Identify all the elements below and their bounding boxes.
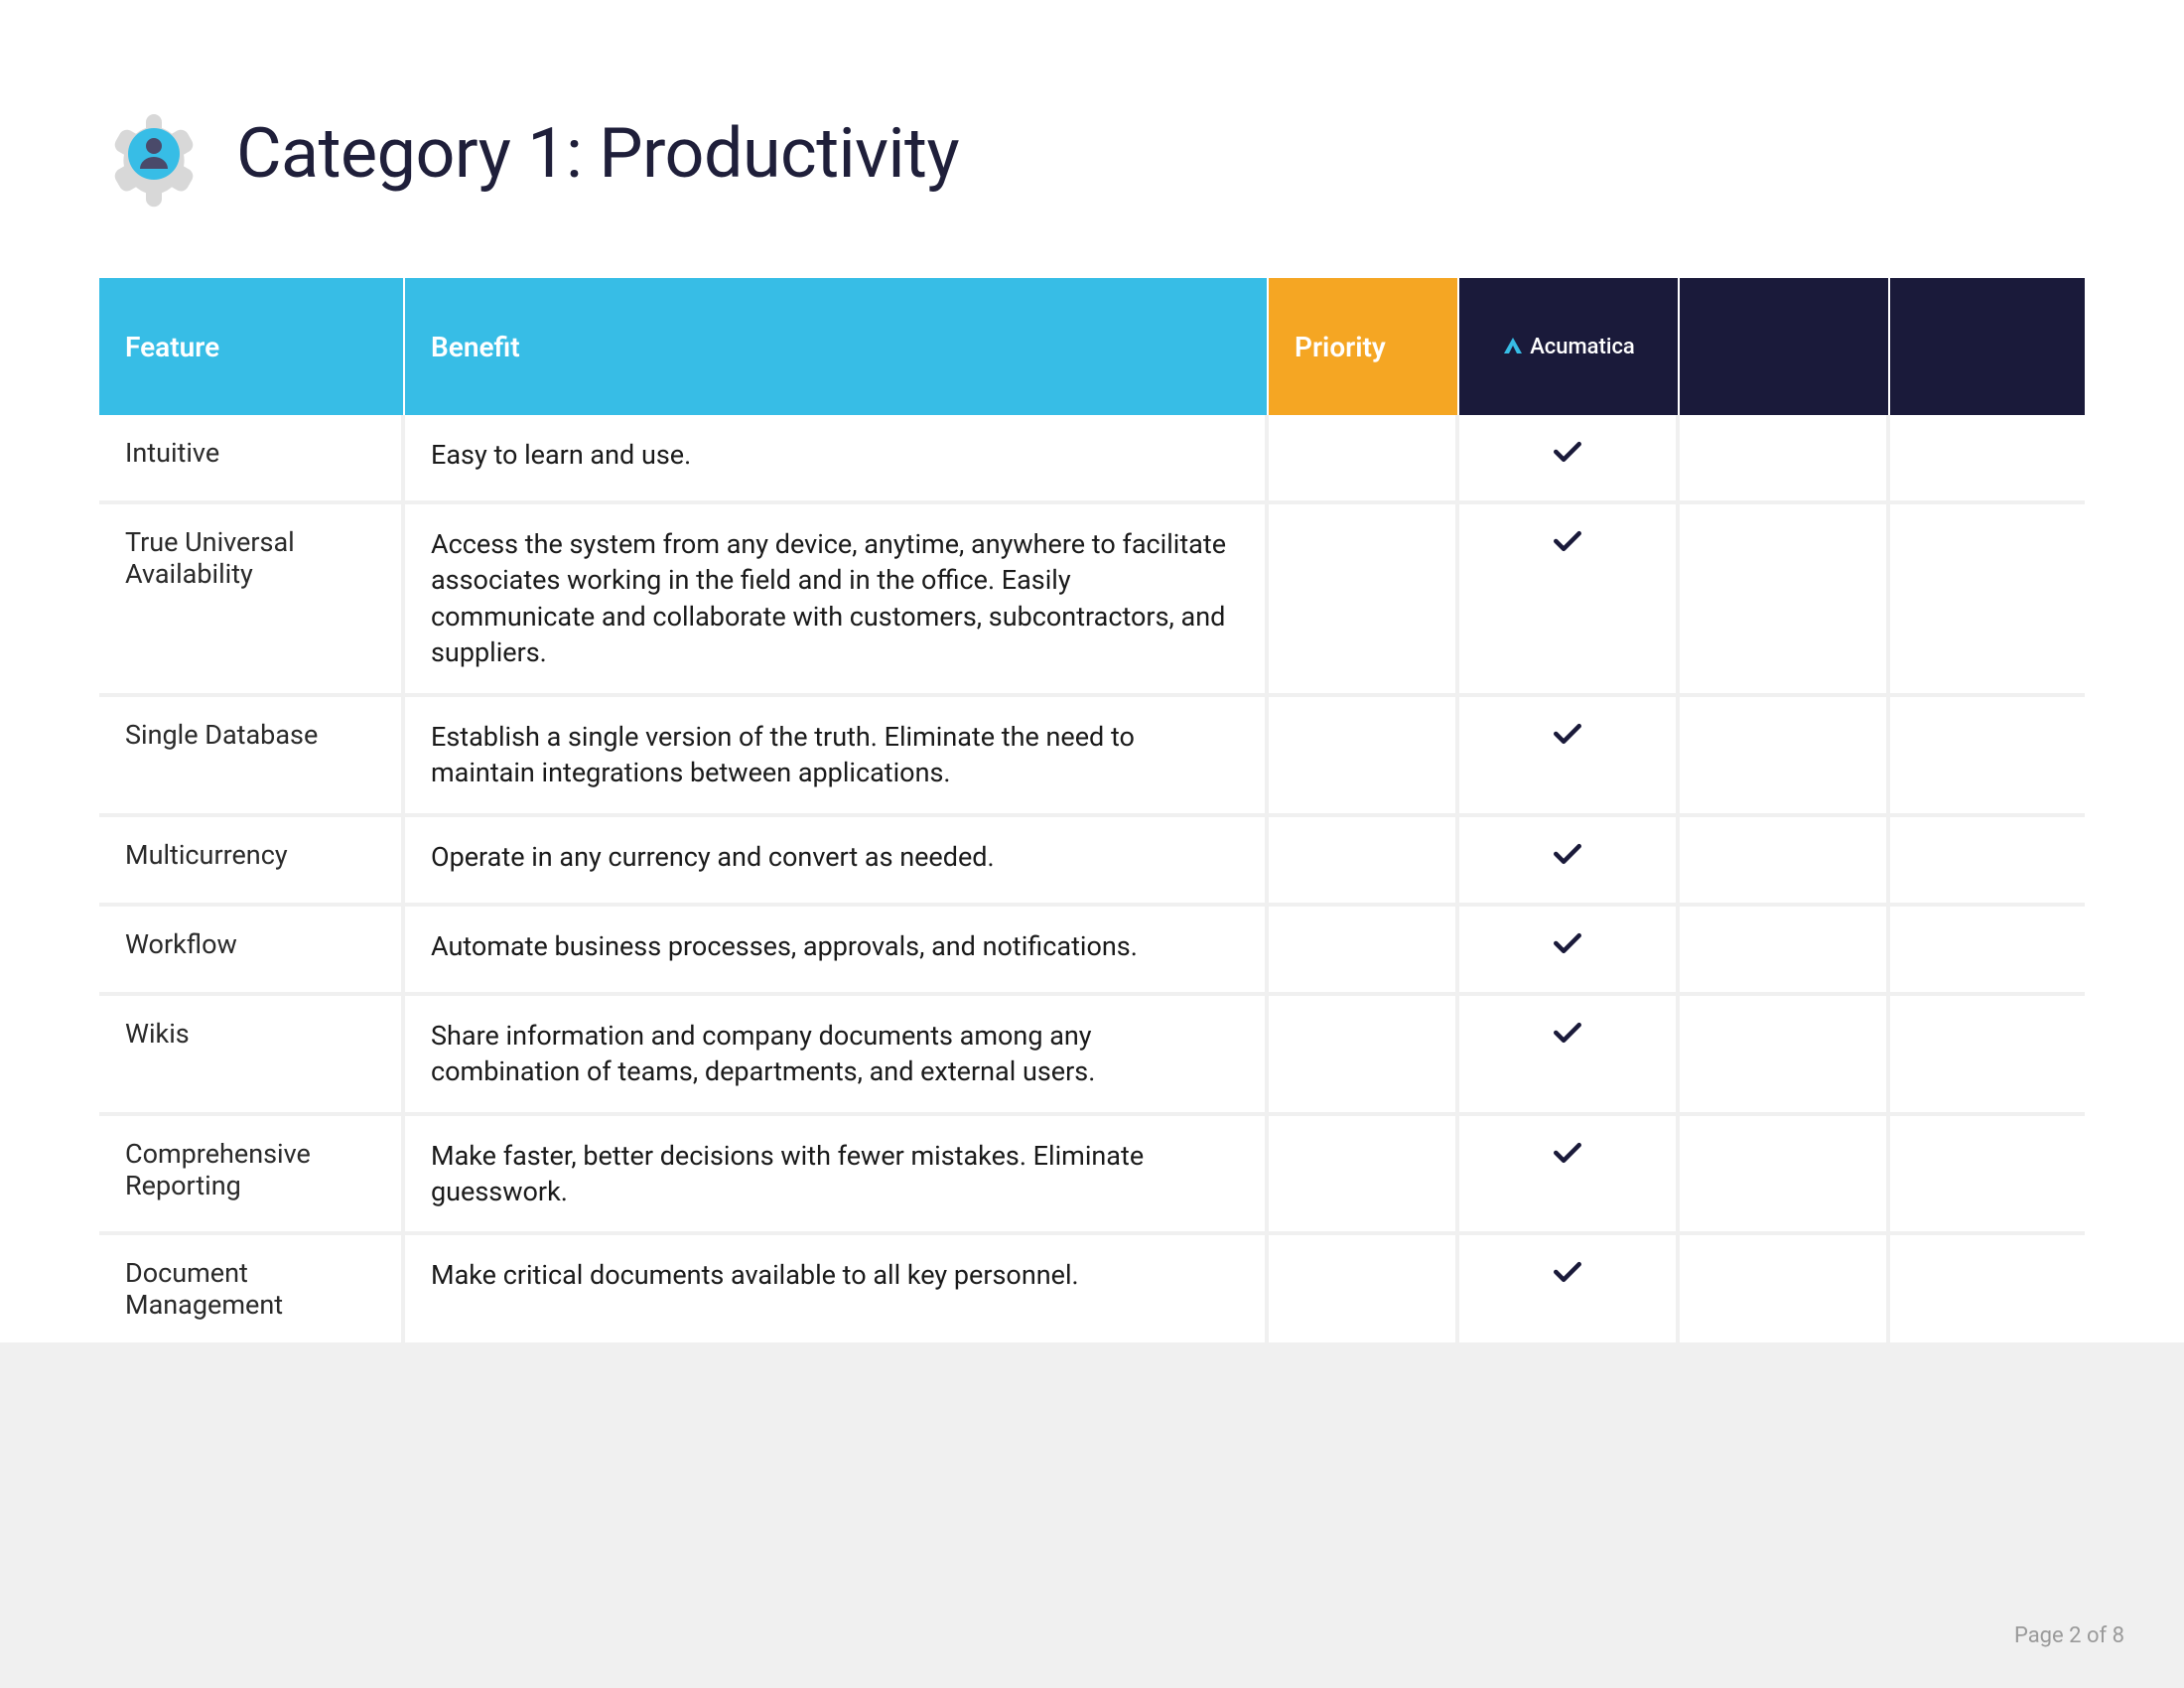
cell-empty-2 bbox=[1890, 817, 2085, 903]
acumatica-icon bbox=[1502, 336, 1524, 357]
gear-user-icon bbox=[99, 99, 208, 209]
cell-vendor-check bbox=[1459, 504, 1680, 693]
cell-empty-2 bbox=[1890, 1235, 2085, 1342]
page-footer: Page 2 of 8 bbox=[2014, 1623, 2124, 1648]
cell-benefit: Access the system from any device, anyti… bbox=[405, 504, 1269, 693]
table-row: IntuitiveEasy to learn and use. bbox=[99, 415, 2085, 504]
table-body: IntuitiveEasy to learn and use.True Univ… bbox=[99, 415, 2085, 1342]
cell-empty-1 bbox=[1680, 504, 1890, 693]
table-row: WorkflowAutomate business processes, app… bbox=[99, 907, 2085, 996]
cell-feature: Wikis bbox=[99, 996, 405, 1112]
cell-benefit: Share information and company documents … bbox=[405, 996, 1269, 1112]
cell-benefit: Automate business processes, approvals, … bbox=[405, 907, 1269, 992]
cell-priority bbox=[1269, 1116, 1459, 1232]
cell-vendor-check bbox=[1459, 817, 1680, 903]
cell-benefit: Establish a single version of the truth.… bbox=[405, 697, 1269, 813]
check-icon bbox=[1552, 1259, 1583, 1292]
column-empty-1 bbox=[1680, 278, 1890, 415]
cell-empty-2 bbox=[1890, 1116, 2085, 1232]
cell-empty-2 bbox=[1890, 697, 2085, 813]
cell-priority bbox=[1269, 1235, 1459, 1342]
cell-empty-1 bbox=[1680, 1116, 1890, 1232]
check-icon bbox=[1552, 721, 1583, 754]
cell-priority bbox=[1269, 996, 1459, 1112]
cell-feature: Document Management bbox=[99, 1235, 405, 1342]
column-vendor-acumatica: Acumatica bbox=[1459, 278, 1680, 415]
cell-benefit: Make faster, better decisions with fewer… bbox=[405, 1116, 1269, 1232]
page-title: Category 1: Productivity bbox=[236, 113, 959, 195]
column-empty-2 bbox=[1890, 278, 2085, 415]
cell-empty-1 bbox=[1680, 817, 1890, 903]
cell-vendor-check bbox=[1459, 415, 1680, 500]
cell-empty-2 bbox=[1890, 907, 2085, 992]
cell-benefit: Operate in any currency and convert as n… bbox=[405, 817, 1269, 903]
cell-feature: Multicurrency bbox=[99, 817, 405, 903]
page-header: Category 1: Productivity bbox=[99, 99, 2085, 209]
cell-priority bbox=[1269, 415, 1459, 500]
table-row: Single DatabaseEstablish a single versio… bbox=[99, 697, 2085, 817]
table-row: Comprehensive ReportingMake faster, bett… bbox=[99, 1116, 2085, 1236]
cell-vendor-check bbox=[1459, 907, 1680, 992]
cell-priority bbox=[1269, 817, 1459, 903]
check-icon bbox=[1552, 930, 1583, 963]
document-page: Category 1: Productivity Feature Benefit… bbox=[0, 0, 2184, 1342]
table-row: Document ManagementMake critical documen… bbox=[99, 1235, 2085, 1342]
cell-priority bbox=[1269, 697, 1459, 813]
check-icon bbox=[1552, 439, 1583, 472]
cell-empty-1 bbox=[1680, 1235, 1890, 1342]
cell-empty-1 bbox=[1680, 996, 1890, 1112]
check-icon bbox=[1552, 1020, 1583, 1053]
cell-empty-1 bbox=[1680, 415, 1890, 500]
cell-vendor-check bbox=[1459, 1235, 1680, 1342]
table-row: WikisShare information and company docum… bbox=[99, 996, 2085, 1116]
cell-empty-1 bbox=[1680, 697, 1890, 813]
check-icon bbox=[1552, 1140, 1583, 1173]
cell-vendor-check bbox=[1459, 697, 1680, 813]
cell-empty-2 bbox=[1890, 415, 2085, 500]
table-row: True Universal AvailabilityAccess the sy… bbox=[99, 504, 2085, 697]
cell-feature: Comprehensive Reporting bbox=[99, 1116, 405, 1232]
cell-feature: True Universal Availability bbox=[99, 504, 405, 693]
cell-priority bbox=[1269, 907, 1459, 992]
cell-benefit: Easy to learn and use. bbox=[405, 415, 1269, 500]
cell-benefit: Make critical documents available to all… bbox=[405, 1235, 1269, 1342]
cell-empty-2 bbox=[1890, 996, 2085, 1112]
check-icon bbox=[1552, 841, 1583, 874]
cell-empty-2 bbox=[1890, 504, 2085, 693]
column-benefit: Benefit bbox=[405, 278, 1269, 415]
cell-vendor-check bbox=[1459, 1116, 1680, 1232]
vendor-label: Acumatica bbox=[1530, 335, 1635, 359]
cell-empty-1 bbox=[1680, 907, 1890, 992]
table-row: MulticurrencyOperate in any currency and… bbox=[99, 817, 2085, 907]
cell-vendor-check bbox=[1459, 996, 1680, 1112]
cell-priority bbox=[1269, 504, 1459, 693]
cell-feature: Intuitive bbox=[99, 415, 405, 500]
acumatica-logo: Acumatica bbox=[1502, 335, 1635, 359]
cell-feature: Workflow bbox=[99, 907, 405, 992]
table-header: Feature Benefit Priority Acumatica bbox=[99, 278, 2085, 415]
column-feature: Feature bbox=[99, 278, 405, 415]
column-priority: Priority bbox=[1269, 278, 1459, 415]
feature-table: Feature Benefit Priority Acumatica Intui… bbox=[99, 278, 2085, 1342]
cell-feature: Single Database bbox=[99, 697, 405, 813]
check-icon bbox=[1552, 528, 1583, 561]
